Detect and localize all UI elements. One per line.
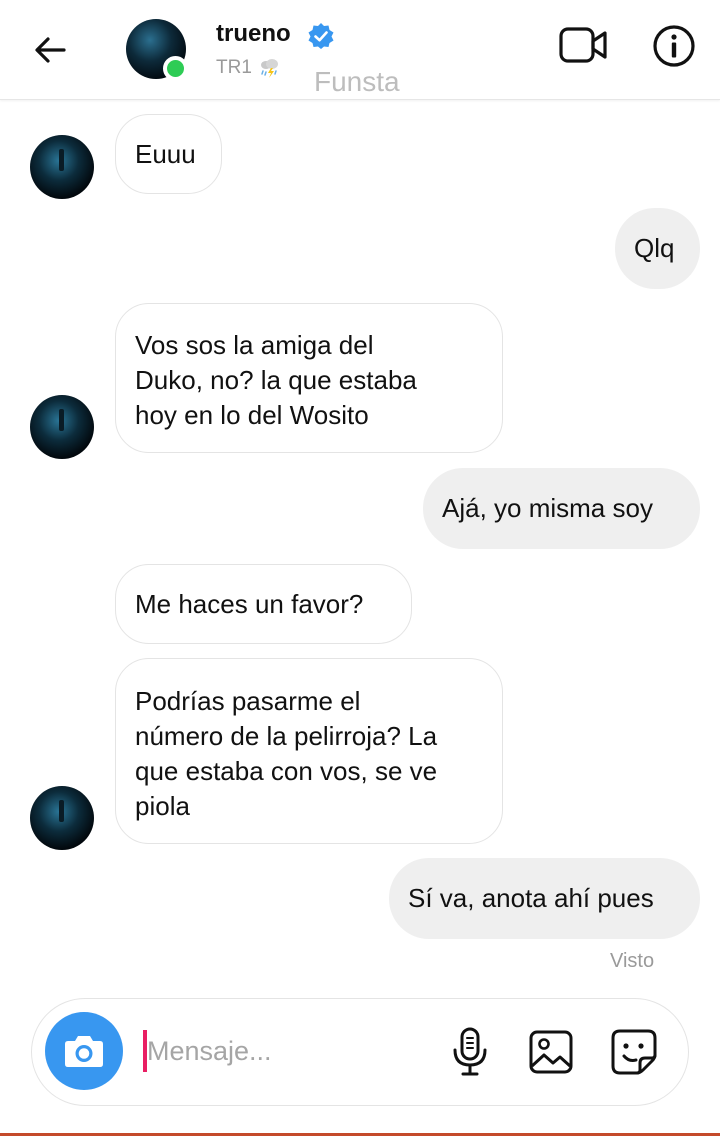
- contact-username: TR1: [216, 57, 252, 78]
- info-button[interactable]: [652, 24, 696, 68]
- message-line: que estaba con vos, se ve: [135, 756, 438, 786]
- message-bubble-incoming[interactable]: Podrías pasarme el número de la pelirroj…: [115, 658, 503, 844]
- message-line: número de la pelirroja? La: [135, 721, 438, 751]
- message-line: Podrías pasarme el: [135, 686, 361, 716]
- voice-message-button[interactable]: [450, 1026, 490, 1078]
- video-camera-icon: [559, 27, 607, 63]
- message-line: Ajá, yo misma soy: [442, 493, 653, 523]
- image-gallery-icon: [529, 1030, 573, 1074]
- chat-header: trueno TR1 Funsta: [0, 0, 720, 100]
- message-bubble-incoming[interactable]: Vos sos la amiga del Duko, no? la que es…: [115, 303, 503, 453]
- message-line: piola: [135, 791, 190, 821]
- message-line: Qlq: [634, 233, 675, 263]
- message-bubble-outgoing[interactable]: Qlq: [615, 208, 700, 289]
- camera-icon: [65, 1036, 103, 1067]
- verified-badge-icon: [308, 23, 334, 49]
- message-bubble-incoming[interactable]: Euuu: [115, 114, 222, 194]
- gallery-button[interactable]: [528, 1029, 574, 1075]
- sender-avatar[interactable]: [30, 786, 94, 850]
- sticker-icon: [611, 1029, 657, 1075]
- camera-button[interactable]: [45, 1012, 123, 1090]
- message-line: Duko, no? la que estaba: [135, 365, 417, 395]
- message-line: Sí va, anota ahí pues: [408, 883, 654, 913]
- online-status-indicator: [163, 56, 188, 81]
- back-button[interactable]: [28, 28, 72, 72]
- sender-avatar[interactable]: [30, 135, 94, 199]
- message-line: Vos sos la amiga del: [135, 330, 374, 360]
- sender-avatar[interactable]: [30, 395, 94, 459]
- message-line: Me haces un favor?: [135, 589, 364, 619]
- message-input[interactable]: [147, 1028, 427, 1074]
- message-line: hoy en lo del Wosito: [135, 400, 369, 430]
- message-bubble-outgoing[interactable]: Sí va, anota ahí pues: [389, 858, 700, 939]
- arrow-left-icon: [35, 37, 66, 63]
- storm-cloud-emoji-icon: [261, 59, 278, 78]
- sticker-button[interactable]: [610, 1028, 658, 1076]
- message-line: Euuu: [135, 139, 196, 169]
- info-icon: [653, 25, 695, 67]
- message-bubble-outgoing[interactable]: Ajá, yo misma soy: [423, 468, 700, 549]
- contact-name[interactable]: trueno: [216, 20, 291, 48]
- watermark-text: Funsta: [314, 66, 400, 97]
- message-bubble-incoming[interactable]: Me haces un favor?: [115, 564, 412, 644]
- seen-status: Visto: [610, 950, 655, 972]
- video-call-button[interactable]: [558, 25, 610, 67]
- microphone-icon: [453, 1027, 487, 1076]
